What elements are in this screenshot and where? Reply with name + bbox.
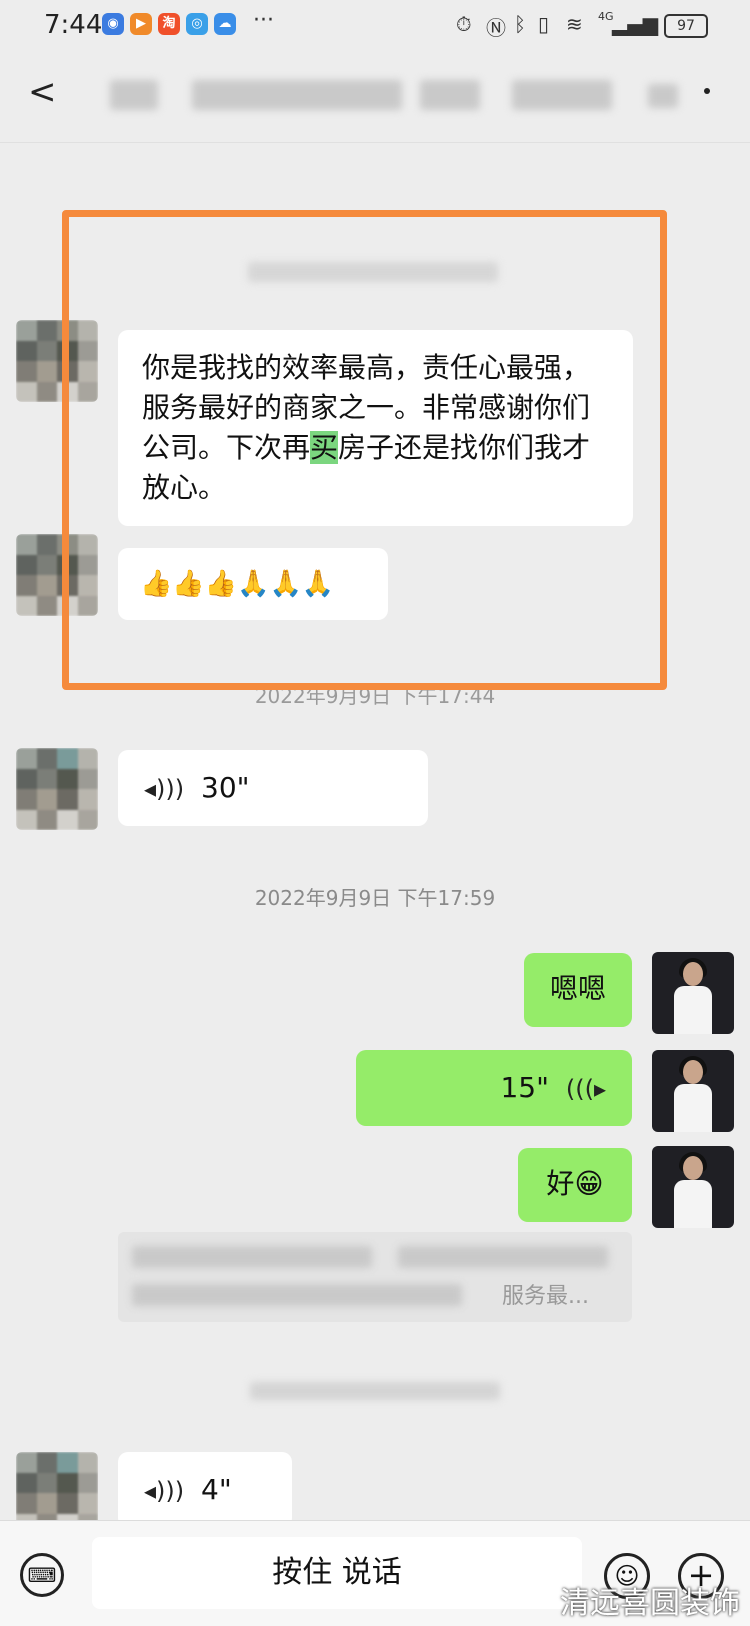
app-icon-4: ◎: [186, 13, 208, 35]
avatar-head: [683, 962, 703, 986]
cloud-icon: ☁: [214, 13, 236, 35]
incoming-voice-message[interactable]: ◂))) 30": [118, 750, 428, 826]
more-options-icon[interactable]: [704, 88, 710, 94]
timestamp-blurred: [250, 1382, 500, 1400]
contact-avatar[interactable]: [16, 534, 98, 616]
message-text: 嗯嗯: [549, 972, 606, 1005]
chat-title-blurred-3: [420, 80, 480, 110]
avatar-body: [674, 1180, 712, 1228]
contact-avatar[interactable]: [16, 320, 98, 402]
bluetooth-icon: ᛒ: [514, 12, 526, 36]
speed-icon: ⏱: [456, 12, 472, 36]
wifi-icon: ≋: [566, 12, 583, 36]
chat-title-blurred-5: [648, 84, 678, 108]
emoji-text: 👍👍👍🙏🙏🙏: [140, 569, 335, 599]
voice-icon: ◂))): [144, 775, 185, 803]
timestamp: 2022年9月9日 下午17:44: [254, 684, 496, 708]
keyboard-icon[interactable]: ⌨: [20, 1553, 64, 1597]
status-time: 7:44: [44, 10, 103, 40]
avatar-body: [674, 1084, 712, 1132]
avatar-head: [683, 1156, 703, 1180]
hold-to-talk-button[interactable]: 按住 说话: [92, 1537, 582, 1609]
taobao-icon: 淘: [158, 13, 180, 35]
voice-duration: 4": [201, 1473, 232, 1506]
timestamp: 2022年9月9日 下午17:59: [254, 886, 496, 910]
chat-title-blurred-2: [192, 80, 402, 110]
avatar-head: [683, 1060, 703, 1084]
user-avatar[interactable]: [652, 1050, 734, 1132]
chat-title-blurred-4: [512, 80, 612, 110]
quoted-text-blurred: [132, 1284, 462, 1306]
app-icon-2: ▶: [130, 13, 152, 35]
more-notifications-icon: ···: [253, 8, 274, 33]
watermark: 清远喜圆装饰: [560, 1586, 740, 1621]
chat-title-blurred-1: [110, 80, 158, 110]
battery-indicator: 97: [664, 14, 708, 38]
app-icon-1: ◉: [102, 13, 124, 35]
outgoing-voice-message[interactable]: 15" (((▸: [356, 1050, 632, 1126]
back-icon[interactable]: <: [28, 72, 57, 112]
quoted-message[interactable]: 服务最...: [118, 1232, 632, 1322]
voice-icon: (((▸: [565, 1075, 606, 1103]
vibrate-icon: ▯: [538, 12, 550, 36]
quoted-text-blurred: [398, 1246, 608, 1268]
voice-icon: ◂))): [144, 1477, 185, 1505]
contact-avatar[interactable]: [16, 748, 98, 830]
voice-duration: 30": [201, 771, 250, 804]
incoming-emoji-bubble[interactable]: 👍👍👍🙏🙏🙏: [118, 548, 388, 620]
message-text: 好😁: [546, 1167, 604, 1200]
user-avatar[interactable]: [652, 952, 734, 1034]
voice-duration: 15": [500, 1071, 549, 1104]
avatar-body: [674, 986, 712, 1034]
nfc-icon: Ⓝ: [486, 16, 506, 40]
incoming-voice-message[interactable]: ◂))) 4": [118, 1452, 292, 1528]
timestamp-blurred: [248, 262, 498, 282]
outgoing-message-bubble[interactable]: 嗯嗯: [524, 953, 632, 1027]
highlighted-word: 买: [310, 431, 339, 464]
user-avatar[interactable]: [652, 1146, 734, 1228]
incoming-message-bubble[interactable]: 你是我找的效率最高，责任心最强，服务最好的商家之一。非常感谢你们公司。下次再买房…: [118, 330, 633, 526]
avatar-mosaic: [16, 320, 98, 402]
signal-icon: ▂▄▆: [612, 12, 659, 36]
quoted-text-blurred: [132, 1246, 372, 1268]
avatar-mosaic: [16, 748, 98, 830]
avatar-mosaic: [16, 534, 98, 616]
quoted-text-tail: 服务最...: [502, 1284, 589, 1309]
outgoing-message-bubble[interactable]: 好😁: [518, 1148, 632, 1222]
